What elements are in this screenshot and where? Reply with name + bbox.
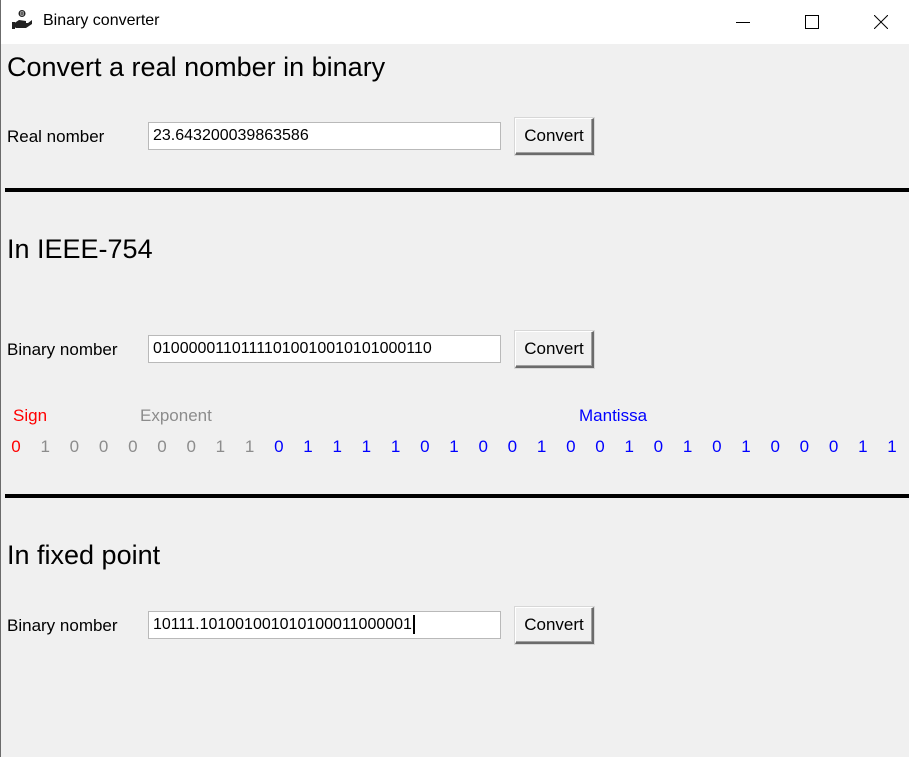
mantissa-bit: 0 xyxy=(478,437,488,456)
mantissa-bit: 1 xyxy=(682,437,693,456)
exponent-bit: 1 xyxy=(244,437,255,456)
mantissa-bit: 0 xyxy=(770,437,780,456)
convert-ieee-button[interactable]: Convert xyxy=(515,331,594,368)
convert-real-button[interactable]: Convert xyxy=(515,118,594,155)
text-caret xyxy=(412,615,415,635)
separator xyxy=(5,494,909,498)
mantissa-bit: 0 xyxy=(595,437,605,456)
exponent-bit: 0 xyxy=(98,437,109,456)
ieee-bit-row: 01000001101111010010010101000110 xyxy=(1,437,909,461)
sign-bit: 0 xyxy=(11,437,21,456)
mantissa-bit: 1 xyxy=(332,437,342,456)
mantissa-bit: 0 xyxy=(274,437,284,456)
mantissa-bit: 0 xyxy=(828,437,839,456)
exponent-label: Exponent xyxy=(140,406,212,425)
sign-label: Sign xyxy=(13,406,48,425)
mantissa-bit: 1 xyxy=(887,437,897,456)
window-title: Binary converter xyxy=(43,12,160,29)
mantissa-bit: 0 xyxy=(507,437,518,456)
maximize-icon xyxy=(805,15,819,29)
ieee-section-heading: In IEEE-754 xyxy=(7,234,153,264)
mantissa-bit: 1 xyxy=(449,437,459,456)
fixed-binary-value: 10111.101001001010100011000001 xyxy=(153,616,412,633)
exponent-bit: 1 xyxy=(215,437,226,456)
fixed-section-heading: In fixed point xyxy=(7,540,161,570)
mantissa-bit: 0 xyxy=(712,437,722,456)
app-window: Binary converter Convert a real nomber i… xyxy=(0,0,909,757)
fixed-binary-input[interactable]: 10111.101001001010100011000001 xyxy=(148,611,501,639)
mantissa-bit: 1 xyxy=(361,437,372,456)
mantissa-bit: 0 xyxy=(420,437,430,456)
close-button[interactable] xyxy=(858,0,904,44)
mantissa-bit: 1 xyxy=(741,437,751,456)
hand-with-coin-icon xyxy=(11,9,33,31)
exponent-bit: 0 xyxy=(157,437,167,456)
separator xyxy=(5,188,909,192)
fixed-binary-label: Binary nomber xyxy=(7,616,118,635)
mantissa-label: Mantissa xyxy=(579,406,648,425)
real-number-input[interactable]: 23.643200039863586 xyxy=(148,122,501,150)
ieee-binary-label: Binary nomber xyxy=(7,340,118,359)
mantissa-bit: 1 xyxy=(390,437,401,456)
mantissa-bit: 1 xyxy=(536,437,547,456)
real-number-label: Real nomber xyxy=(7,127,105,146)
title-bar: Binary converter xyxy=(1,0,909,44)
ieee-binary-input[interactable]: 01000001101111010010010101000110 xyxy=(148,335,501,363)
mantissa-bit: 0 xyxy=(799,437,810,456)
convert-fixed-button[interactable]: Convert xyxy=(515,607,594,644)
close-icon xyxy=(874,15,888,29)
exponent-bit: 0 xyxy=(69,437,80,456)
exponent-bit: 0 xyxy=(186,437,196,456)
maximize-button[interactable] xyxy=(789,0,835,44)
exponent-bit: 1 xyxy=(40,437,50,456)
real-section-heading: Convert a real nomber in binary xyxy=(7,52,386,82)
mantissa-bit: 1 xyxy=(303,437,313,456)
exponent-bit: 0 xyxy=(128,437,138,456)
mantissa-bit: 0 xyxy=(566,437,576,456)
mantissa-bit: 1 xyxy=(858,437,868,456)
mantissa-bit: 1 xyxy=(624,437,634,456)
minimize-button[interactable] xyxy=(720,0,766,44)
mantissa-bit: 0 xyxy=(653,437,664,456)
minimize-icon xyxy=(736,15,750,29)
